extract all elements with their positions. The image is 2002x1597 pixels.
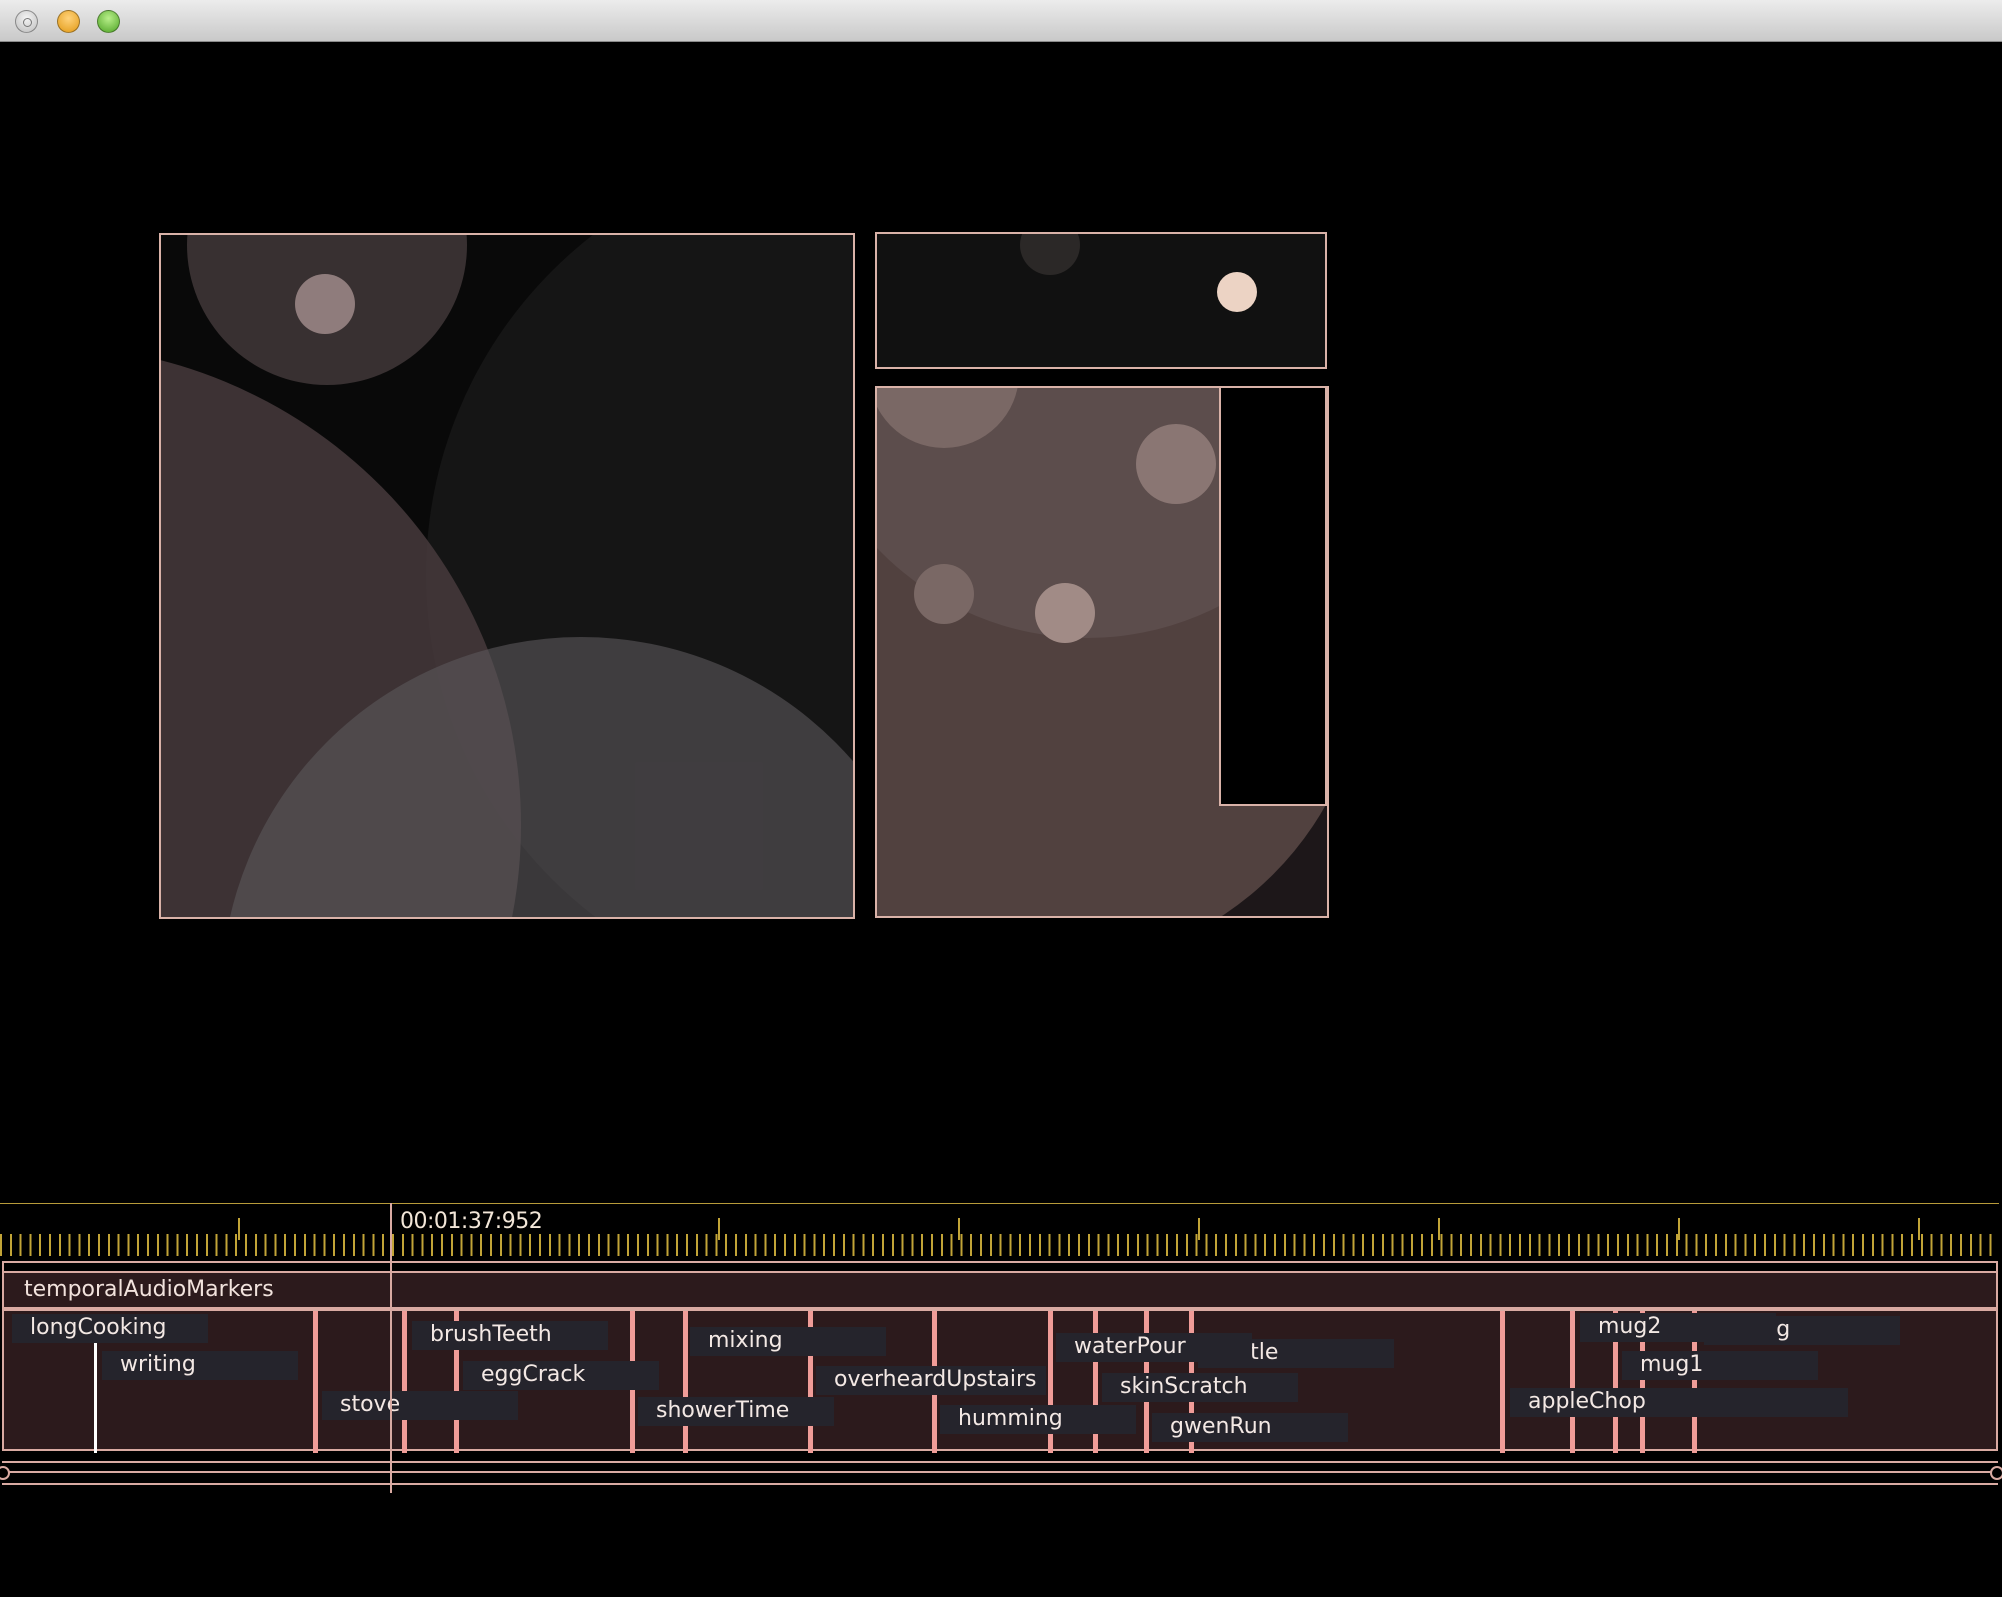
major-tick — [718, 1218, 720, 1240]
major-tick — [1918, 1218, 1920, 1240]
minimize-button[interactable] — [57, 10, 80, 33]
marker-label[interactable]: waterPour — [1056, 1333, 1252, 1362]
marker-label[interactable]: mug1 — [1622, 1351, 1818, 1380]
marker-label[interactable]: longCooking — [12, 1314, 208, 1343]
scroll-track[interactable] — [6, 1471, 1994, 1473]
circle-shape — [295, 274, 355, 334]
scroll-handle-left[interactable] — [0, 1466, 10, 1480]
window-titlebar — [0, 0, 2002, 42]
marker-label[interactable]: brushTeeth — [412, 1321, 608, 1350]
marker-flag[interactable] — [94, 1341, 97, 1453]
marker-flag[interactable] — [1570, 1311, 1575, 1453]
playhead[interactable] — [390, 1203, 392, 1493]
circle-shape — [1217, 272, 1257, 312]
marker-label[interactable]: writing — [102, 1351, 298, 1380]
circle-shape — [1020, 234, 1080, 275]
circle-shape — [1136, 424, 1216, 504]
marker-flag[interactable] — [683, 1311, 688, 1453]
viewport-large — [159, 233, 855, 919]
marker-label[interactable]: mug2 — [1580, 1313, 1776, 1342]
marker-label[interactable]: mixing — [690, 1327, 886, 1356]
marker-label[interactable]: gwenRun — [1152, 1413, 1348, 1442]
marker-label[interactable]: overheardUpstairs — [816, 1366, 1046, 1395]
track-header[interactable]: temporalAudioMarkers — [2, 1273, 1998, 1309]
playhead-time: 00:01:37:952 — [400, 1209, 543, 1234]
track-body[interactable]: longCooking writing stove brushTeeth egg… — [2, 1309, 1998, 1453]
timeline-scrollbar[interactable] — [0, 1461, 2002, 1485]
major-tick — [1438, 1218, 1440, 1240]
ruler-border — [2, 1261, 1998, 1273]
marker-label[interactable]: appleChop — [1510, 1388, 1848, 1417]
track-name: temporalAudioMarkers — [24, 1277, 274, 1302]
marker-label[interactable]: eggCrack — [463, 1361, 659, 1390]
marker-label[interactable]: skinScratch — [1102, 1373, 1298, 1402]
circle-shape — [914, 564, 974, 624]
viewport-side — [1219, 386, 1327, 806]
marker-label[interactable]: stove — [322, 1391, 518, 1420]
marker-flag[interactable] — [402, 1311, 407, 1453]
marker-flag[interactable] — [313, 1311, 318, 1453]
marker-label[interactable]: humming — [940, 1405, 1136, 1434]
marker-flag[interactable] — [1500, 1311, 1505, 1453]
major-tick — [238, 1218, 240, 1240]
timeline[interactable]: 00:01:37:952 temporalAudioMarkers longCo… — [0, 1203, 2002, 1493]
time-ruler[interactable]: 00:01:37:952 — [0, 1203, 1999, 1257]
zoom-button[interactable] — [97, 10, 120, 33]
major-tick — [958, 1218, 960, 1240]
major-tick — [1198, 1218, 1200, 1240]
circle-shape — [1035, 583, 1095, 643]
close-button[interactable] — [15, 10, 38, 33]
marker-label[interactable]: showerTime — [638, 1397, 834, 1426]
major-tick — [1678, 1218, 1680, 1240]
scroll-handle-right[interactable] — [1990, 1466, 2002, 1480]
viewport-top — [875, 232, 1327, 369]
